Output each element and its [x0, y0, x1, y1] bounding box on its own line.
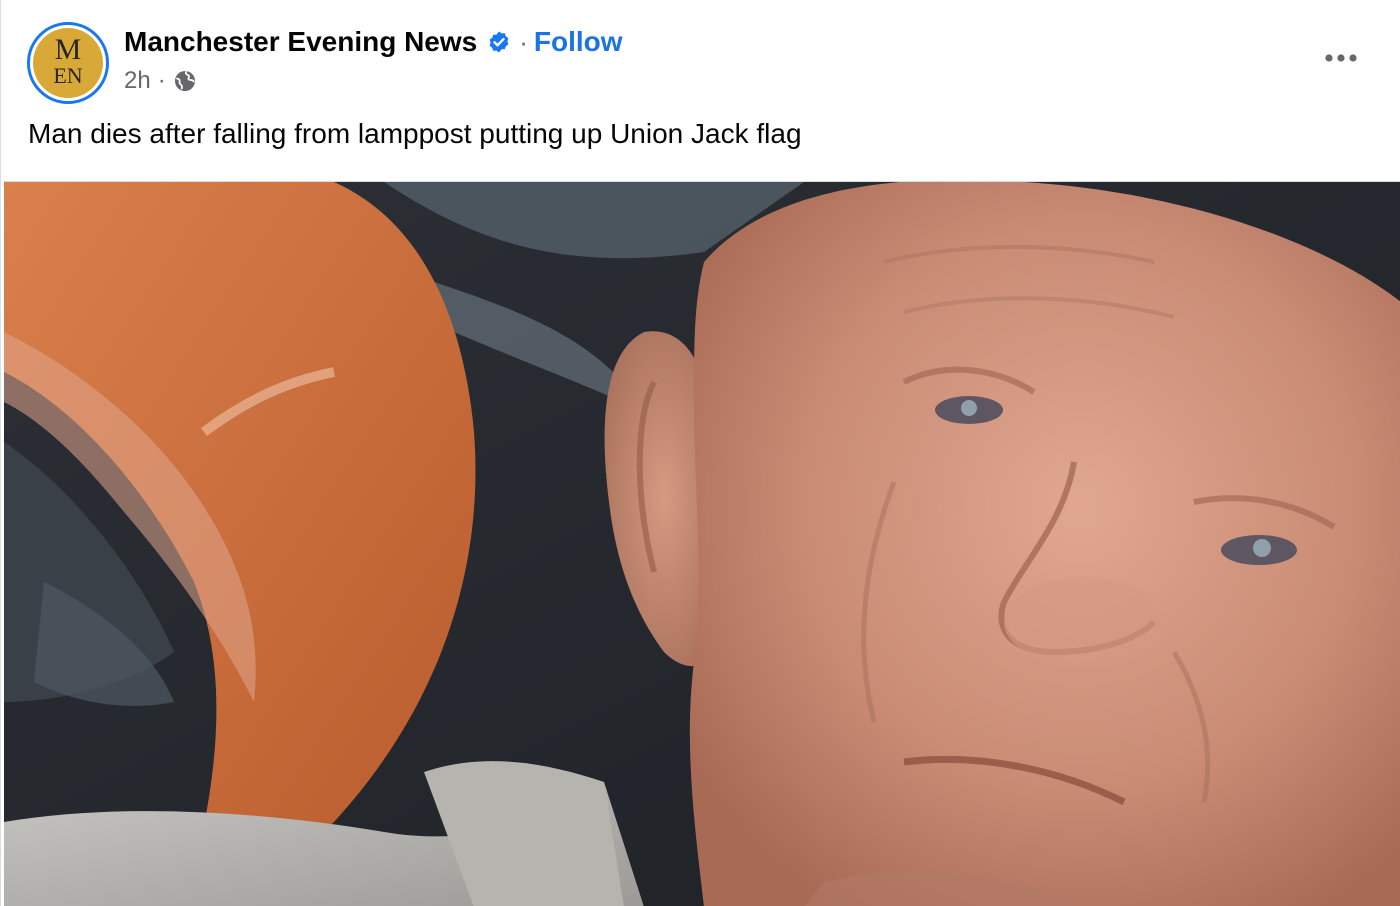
follow-button[interactable]: Follow — [534, 26, 623, 58]
post-photo[interactable] — [4, 181, 1400, 906]
post-author-row: Manchester Evening News · Follow — [124, 24, 623, 60]
more-options-button[interactable] — [1319, 40, 1363, 76]
post-caption: Man dies after falling from lamppost put… — [28, 118, 802, 149]
feed-post: M EN Manchester Evening News · Follow 2h… — [0, 0, 1400, 906]
post-header: M EN Manchester Evening News · Follow 2h… — [1, 0, 1400, 110]
more-options-icon — [1325, 54, 1357, 62]
logo-letter-m: M — [54, 33, 82, 66]
post-timestamp[interactable]: 2h — [124, 67, 151, 95]
globe-icon — [173, 69, 197, 93]
separator-dot: · — [519, 26, 528, 57]
verified-badge-icon — [487, 30, 511, 54]
page-name-link[interactable]: Manchester Evening News — [124, 26, 477, 58]
page-avatar[interactable]: M EN — [27, 22, 109, 104]
separator-dot: · — [157, 67, 166, 94]
photo-of-man — [4, 182, 1400, 906]
men-logo: M EN — [33, 28, 103, 98]
logo-letters-en: EN — [53, 63, 83, 88]
post-meta-row: 2h · — [124, 64, 197, 98]
